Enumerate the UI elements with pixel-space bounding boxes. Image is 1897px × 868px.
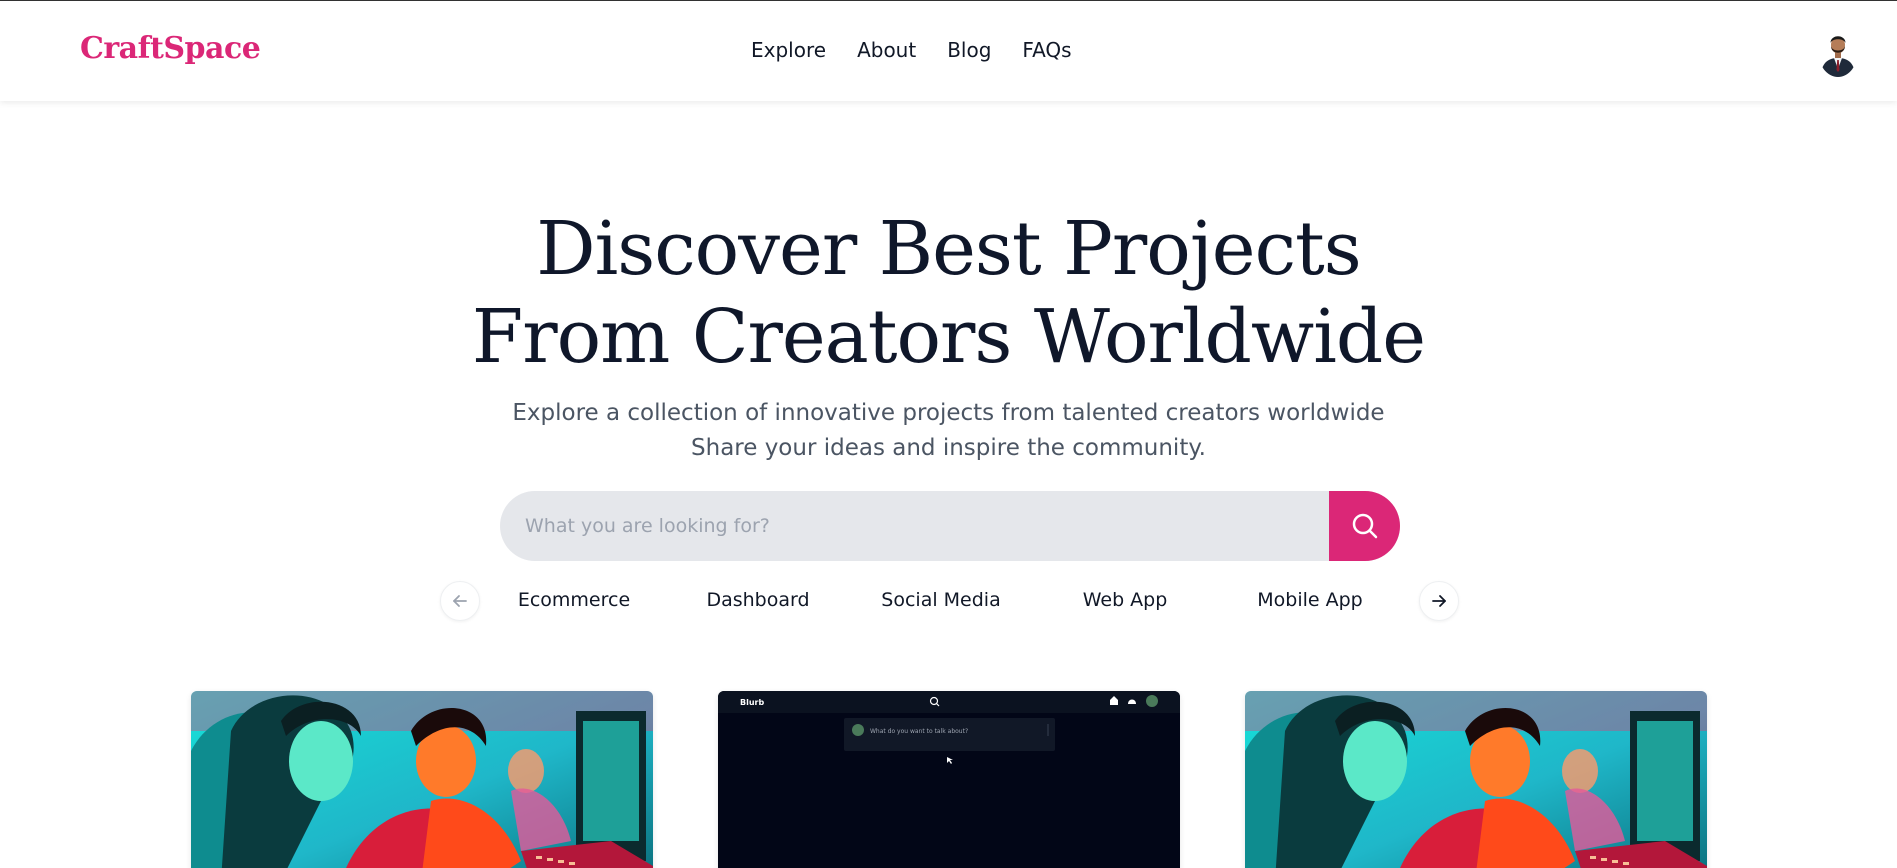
project-card[interactable] [191,691,653,868]
category-dashboard[interactable]: Dashboard [683,589,833,611]
brand-logo[interactable]: CraftSpace [80,31,261,66]
nav-link-about[interactable]: About [857,38,916,62]
project-thumbnail [191,691,653,868]
project-card[interactable] [1245,691,1707,868]
category-prev-button[interactable] [440,581,480,621]
search-input[interactable] [500,491,1329,561]
user-avatar[interactable] [1818,25,1858,77]
main-nav: Explore About Blog FAQs [751,38,1072,62]
hero-subtitle: Explore a collection of innovative proje… [0,396,1897,466]
category-web-app[interactable]: Web App [1050,589,1200,611]
hero-title-line-2: From Creators Worldwide [471,294,1426,380]
screenshot-prompt: What do you want to talk about? [870,728,968,735]
category-mobile-app[interactable]: Mobile App [1235,589,1385,611]
category-next-button[interactable] [1419,581,1459,621]
hero-title: Discover Best Projects From Creators Wor… [0,205,1897,381]
category-social-media[interactable]: Social Media [866,589,1016,611]
hero-title-line-1: Discover Best Projects [536,206,1361,292]
nav-link-faqs[interactable]: FAQs [1022,38,1071,62]
navbar: CraftSpace Explore About Blog FAQs [0,1,1897,101]
arrow-right-icon [1432,595,1446,607]
avatar-image [1818,25,1858,77]
project-thumbnail [1245,691,1707,868]
hero-subtitle-line-1: Explore a collection of innovative proje… [512,400,1385,426]
project-card[interactable]: Blurb What do you want to talk about? [718,691,1180,868]
arrow-left-icon [453,595,467,607]
screenshot-app-name: Blurb [740,698,764,707]
hero-subtitle-line-2: Share your ideas and inspire the communi… [691,435,1206,461]
project-thumbnail: Blurb What do you want to talk about? [718,691,1180,868]
nav-link-explore[interactable]: Explore [751,38,826,62]
search-icon [1352,513,1377,539]
nav-link-blog[interactable]: Blog [947,38,991,62]
search-button[interactable] [1329,491,1400,561]
search-bar [500,491,1400,561]
category-ecommerce[interactable]: Ecommerce [499,589,649,611]
